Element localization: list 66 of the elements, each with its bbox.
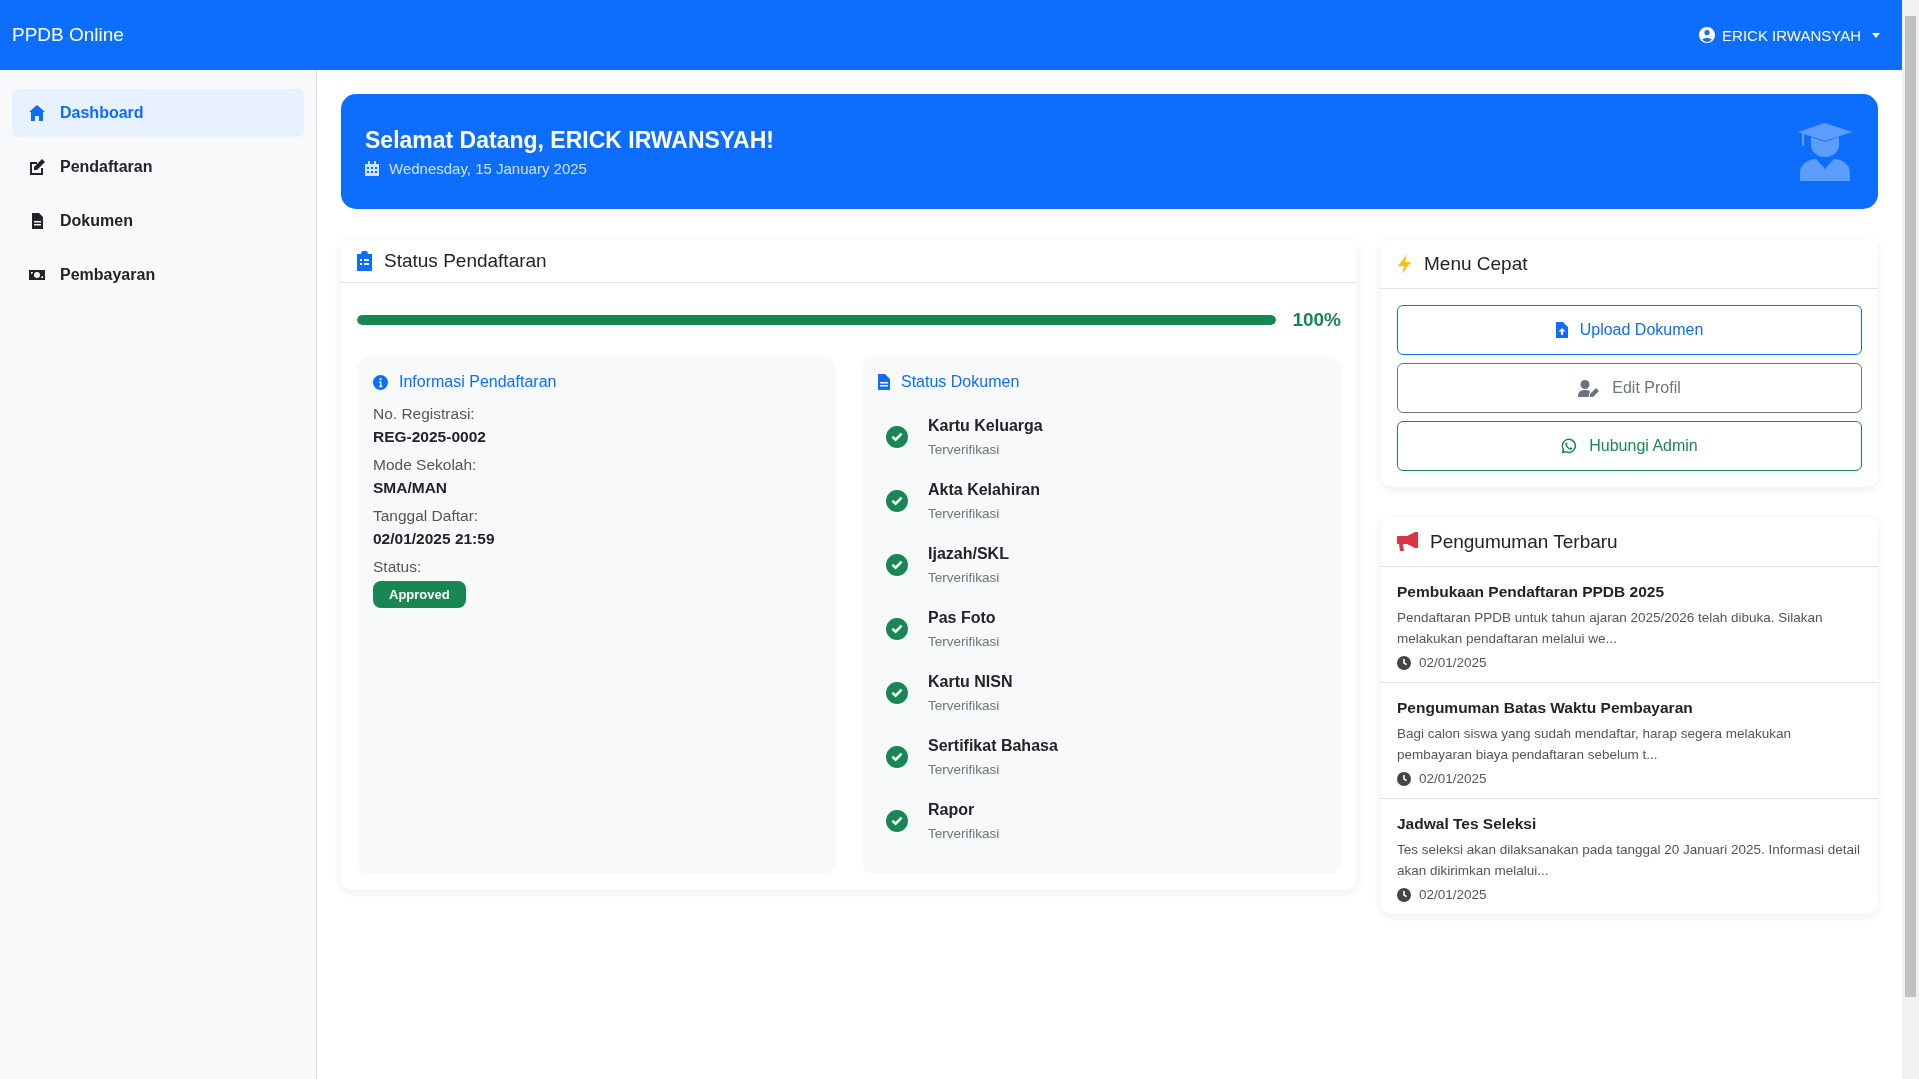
clipboard-icon: [357, 250, 372, 271]
field-value: SMA/MAN: [373, 479, 449, 497]
document-name: Akta Kelahiran: [928, 481, 1041, 499]
brand-title: PPDB Online: [12, 24, 124, 46]
document-icon: [878, 374, 890, 390]
card-title: Pengumuman Terbaru: [1430, 530, 1618, 553]
graduate-icon: [1798, 122, 1852, 181]
quick-menu-button[interactable]: Edit Profil: [1397, 363, 1862, 413]
document-status: Terverifikasi: [928, 506, 1001, 521]
announcement-date: 02/01/2025: [1419, 887, 1487, 902]
clock-icon: [1397, 655, 1411, 670]
field-label: Mode Sekolah:: [373, 456, 478, 474]
welcome-title: Selamat Datang, ERICK IRWANSYAH!: [365, 126, 774, 154]
document-name: Rapor: [928, 801, 976, 819]
file-upload-icon: [1555, 322, 1568, 338]
lightning-icon: [1397, 253, 1412, 274]
field-label: Status:: [373, 558, 423, 576]
field-label: No. Registrasi:: [373, 405, 476, 423]
document-status: Terverifikasi: [928, 698, 1001, 713]
document-name: Kartu NISN: [928, 673, 1013, 691]
announcement-date: 02/01/2025: [1419, 655, 1487, 670]
user-menu[interactable]: ERICK IRWANSYAH: [1699, 26, 1880, 44]
announcement-text: Bagi calon siswa yang sudah mendaftar, harap segera melakukan pembayaran biaya pendaftaran sebelum t...: [1397, 725, 1792, 764]
info-icon: [373, 374, 388, 390]
announcement-text: Tes seleksi akan dilaksanakan pada tanggal 20 Januari 2025. Informasi detail akan dikirimkan melalui...: [1397, 841, 1862, 880]
quick-menu-button[interactable]: Hubungi Admin: [1397, 421, 1862, 471]
scrollbar-thumb[interactable]: [1905, 16, 1916, 997]
document-status: Terverifikasi: [928, 570, 1001, 585]
progress-percent: 100%: [1292, 309, 1341, 331]
scrollbar[interactable]: [1902, 0, 1919, 1079]
sidebar-item[interactable]: Dashboard: [12, 89, 304, 137]
announcement-date: 02/01/2025: [1419, 771, 1487, 786]
field-label: Tanggal Daftar:: [373, 507, 480, 525]
sidebar-item[interactable]: Pembayaran: [12, 251, 304, 299]
document-status: Terverifikasi: [928, 762, 1001, 777]
panel-title: Informasi Pendaftaran: [399, 373, 557, 391]
announcement-title: Jadwal Tes Seleksi: [1397, 815, 1538, 833]
document-name: Kartu Keluarga: [928, 417, 1043, 435]
announcement-title: Pembukaan Pendaftaran PPDB 2025: [1397, 583, 1666, 601]
document-status: Terverifikasi: [928, 634, 1000, 649]
clock-icon: [1397, 771, 1411, 786]
welcome-date: Wednesday, 15 January 2025: [389, 159, 587, 177]
field-value: 02/01/2025 21:59: [373, 530, 496, 548]
document-name: Pas Foto: [928, 609, 997, 627]
edit-icon: [28, 158, 46, 176]
home-icon: [28, 104, 46, 122]
field-value: REG-2025-0002: [373, 428, 487, 446]
sidebar-item[interactable]: Pendaftaran: [12, 143, 304, 191]
quick-menu-button[interactable]: Upload Dokumen: [1397, 305, 1862, 355]
announcement-title: Pengumuman Batas Waktu Pembayaran: [1397, 699, 1694, 717]
document-name: Sertifikat Bahasa: [928, 737, 1058, 755]
card-title: Menu Cepat: [1424, 252, 1528, 275]
status-badge: Approved: [373, 581, 466, 608]
calendar-icon: [365, 160, 379, 176]
user-edit-icon: [1578, 379, 1601, 397]
card-title: Status Pendaftaran: [384, 249, 547, 272]
megaphone-icon: [1397, 532, 1418, 551]
document-name: Ijazah/SKL: [928, 545, 1009, 563]
clock-icon: [1397, 887, 1411, 902]
user-icon: [1699, 27, 1716, 43]
sidebar-item[interactable]: Dokumen: [12, 197, 304, 245]
panel-title: Status Dokumen: [901, 373, 1020, 391]
whatsapp-icon: [1561, 438, 1578, 454]
announcement-text: Pendaftaran PPDB untuk tahun ajaran 2025/2026 telah dibuka. Silakan melakukan pendaftaran melalui we...: [1397, 609, 1824, 648]
document-status: Terverifikasi: [928, 442, 1001, 457]
document-status: Terverifikasi: [928, 826, 1000, 841]
